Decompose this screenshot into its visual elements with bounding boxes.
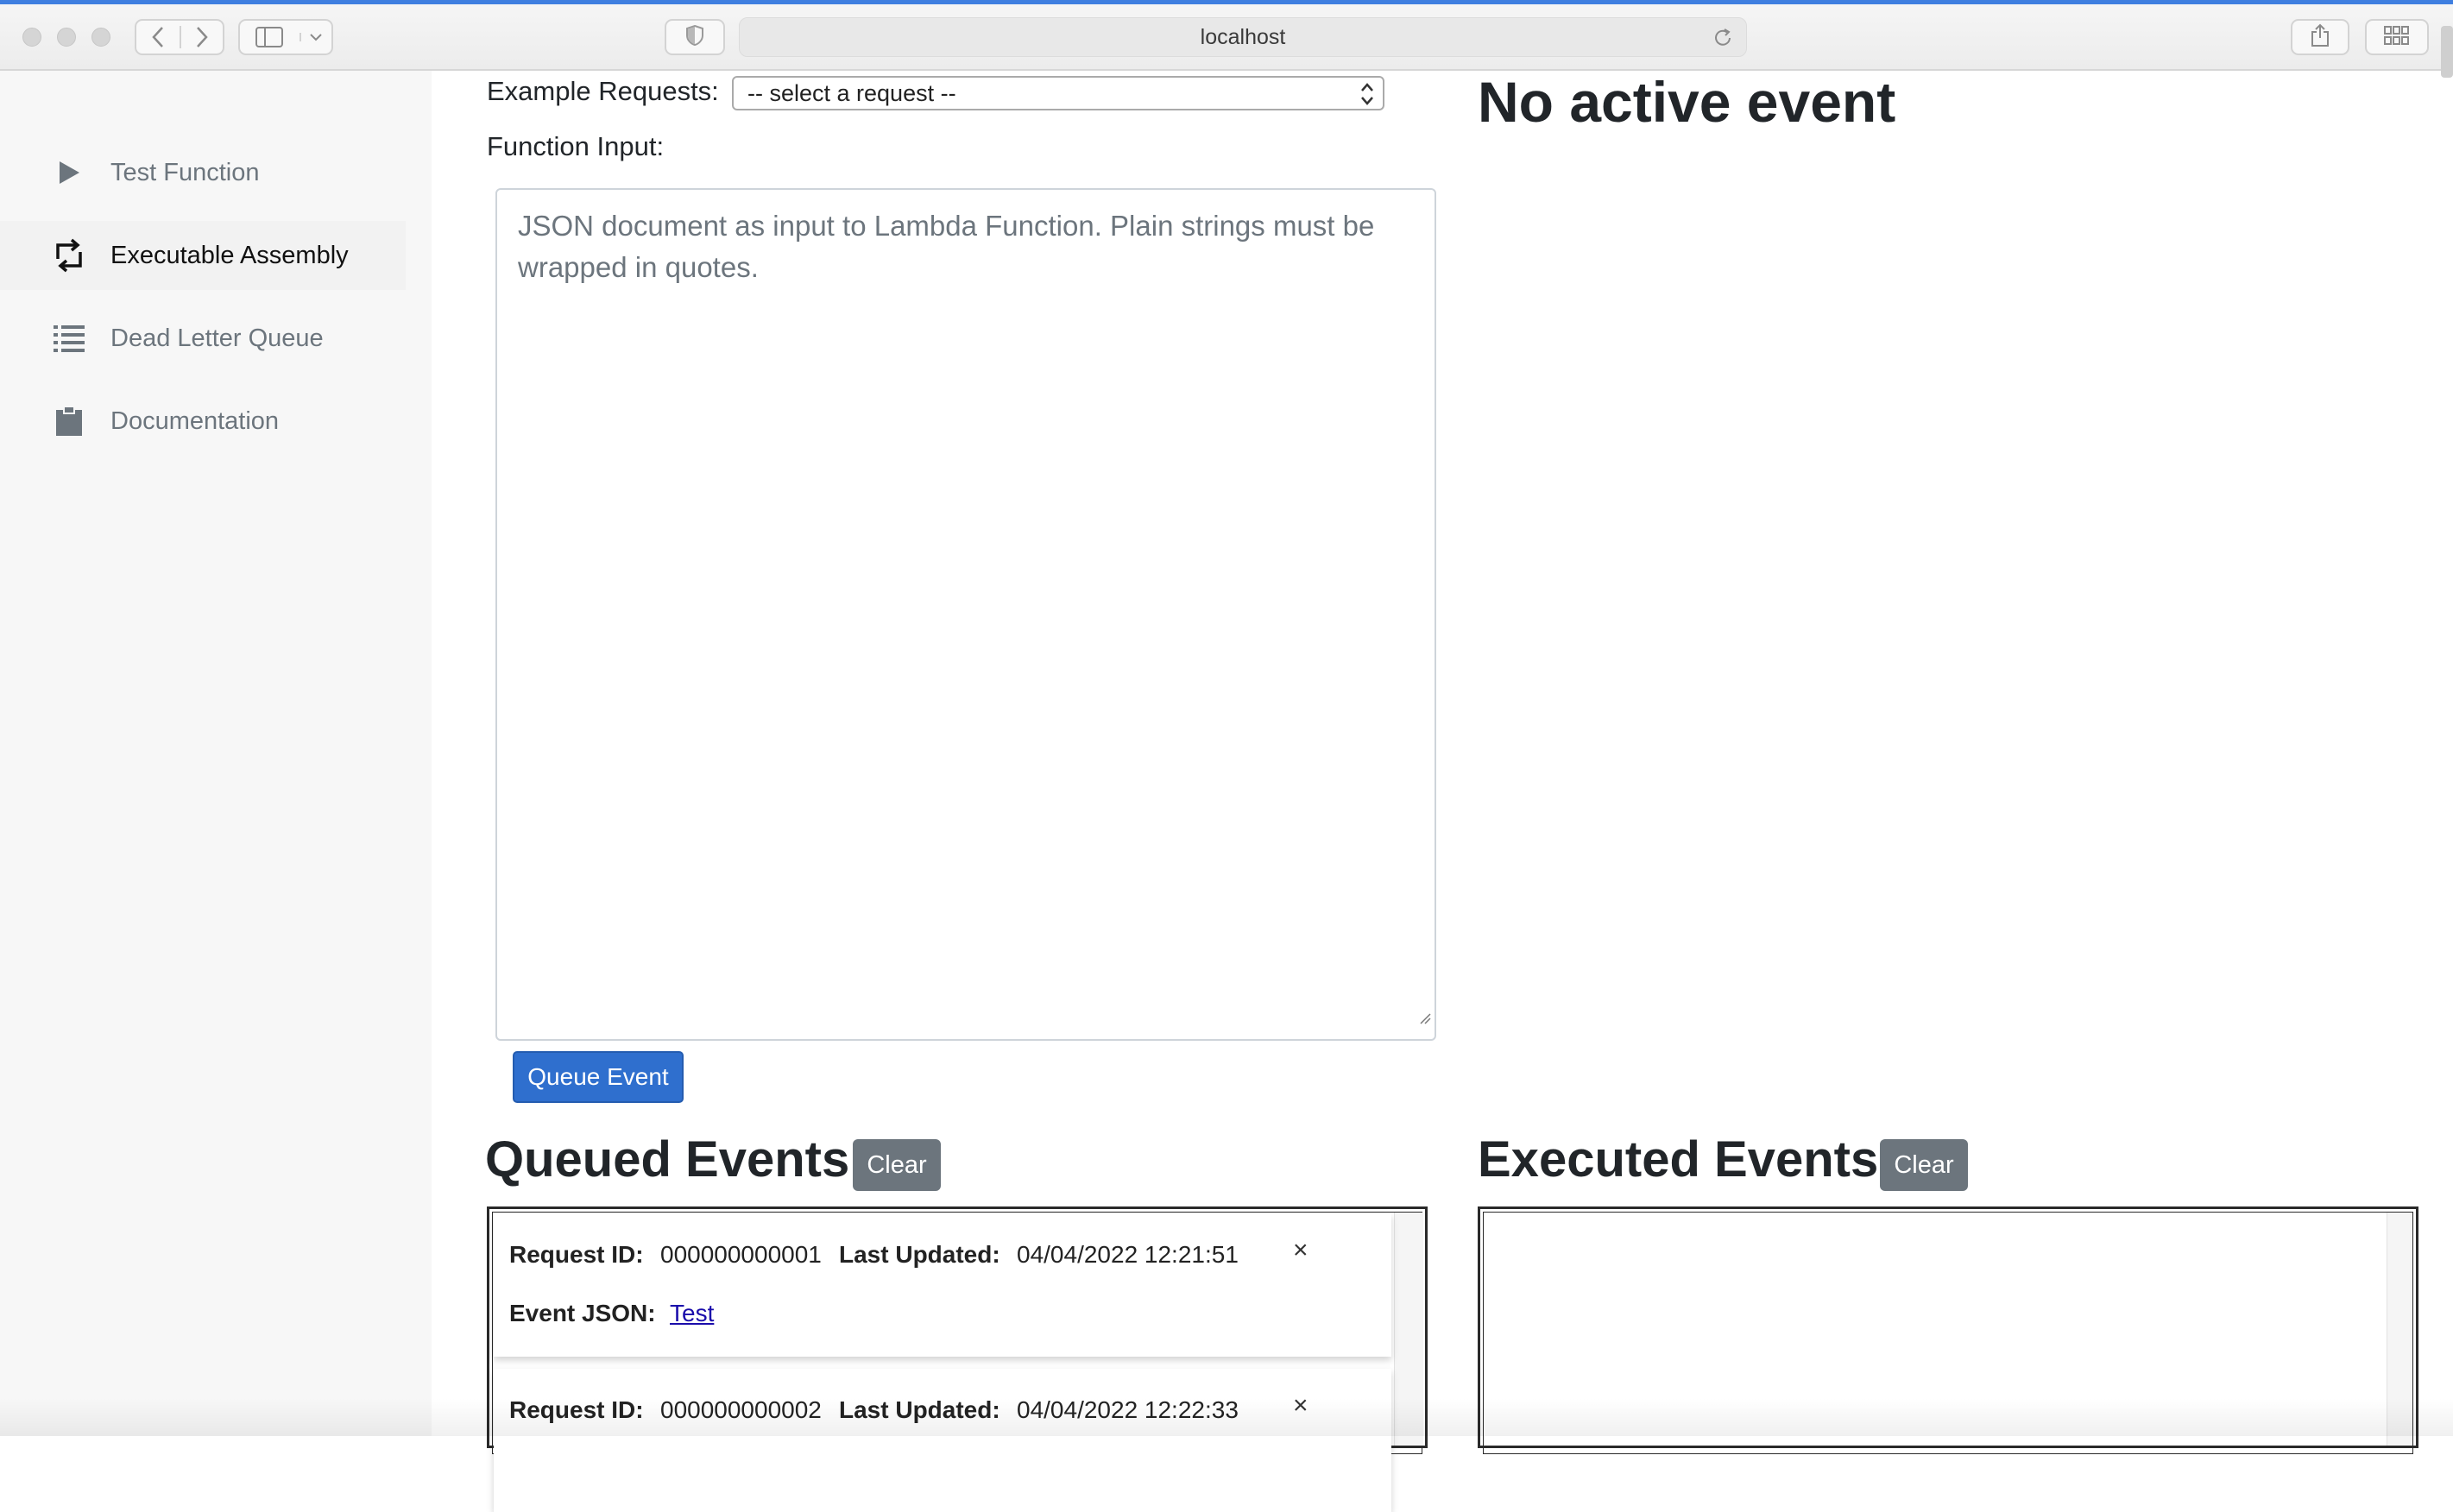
sidebar-toggle-button[interactable] [238,19,333,55]
zoom-window-button[interactable] [91,28,110,47]
queue-event-button[interactable]: Queue Event [513,1051,684,1103]
last-updated-value: 04/04/2022 12:22:33 [1017,1396,1239,1423]
back-icon[interactable] [136,26,180,48]
function-input-textarea[interactable]: JSON document as input to Lambda Functio… [495,188,1436,1041]
sidebar: Test Function Executable Assembly Dead L… [0,71,432,1436]
last-updated-label: Last Updated: [839,1396,1000,1423]
resize-grip-icon[interactable] [1419,994,1431,1036]
repeat-icon [52,238,86,273]
request-id-label: Request ID: [509,1241,644,1268]
active-event-heading: No active event [1478,70,1896,134]
event-json-link[interactable]: Test [670,1300,714,1327]
close-window-button[interactable] [22,28,41,47]
event-json-label: Event JSON: [509,1300,656,1326]
queued-events-heading: Queued Events: [485,1131,867,1188]
last-updated-label: Last Updated: [839,1241,1000,1268]
shield-icon [686,24,703,50]
clear-executed-button[interactable]: Clear [1880,1139,1968,1191]
remove-event-button[interactable]: × [1293,1391,1308,1421]
queued-event-card: Request ID: 000000000001 Last Updated: 0… [494,1213,1391,1357]
share-icon [2311,23,2330,52]
executed-events-scrollbar[interactable] [2387,1213,2412,1446]
up-down-chevron-icon [1359,80,1376,114]
sidebar-item-executable-assembly[interactable]: Executable Assembly [0,221,406,290]
sidebar-icon [240,27,300,47]
request-id-value: 000000000001 [660,1241,822,1268]
sidebar-item-label: Dead Letter Queue [110,324,324,352]
share-button[interactable] [2291,19,2349,55]
sidebar-item-dead-letter-queue[interactable]: Dead Letter Queue [0,304,406,373]
reload-icon[interactable] [1712,27,1734,55]
privacy-shield-button[interactable] [665,19,725,55]
window-accent-line [0,0,2453,4]
request-id-value: 000000000002 [660,1396,822,1423]
forward-icon[interactable] [180,26,223,48]
request-id-label: Request ID: [509,1396,644,1423]
example-requests-select[interactable]: -- select a request -- [732,76,1384,110]
play-icon [52,155,86,190]
address-bar[interactable]: localhost [739,17,1747,57]
clear-queued-button[interactable]: Clear [853,1139,941,1191]
page-scrollbar-thumb[interactable] [2441,26,2453,78]
example-requests-label: Example Requests: [487,76,719,106]
minimize-window-button[interactable] [57,28,76,47]
sidebar-item-test-function[interactable]: Test Function [0,138,406,207]
sidebar-item-documentation[interactable]: Documentation [0,387,406,456]
queued-events-scrollbar[interactable] [1394,1213,1423,1446]
last-updated-value: 04/04/2022 12:21:51 [1017,1241,1239,1268]
tab-overview-button[interactable] [2365,19,2429,55]
sidebar-item-label: Executable Assembly [110,241,349,269]
remove-event-button[interactable]: × [1293,1236,1308,1265]
queued-event-card: Request ID: 000000000002 Last Updated: 0… [494,1369,1391,1512]
executed-events-panel-inner [1483,1212,2413,1454]
chevron-down-icon[interactable] [299,33,331,41]
example-requests-selected: -- select a request -- [747,79,956,106]
list-icon [52,321,86,356]
clipboard-icon [52,404,86,438]
sidebar-item-label: Test Function [110,158,260,186]
back-forward-group [135,19,224,55]
executed-events-heading: Executed Events: [1478,1131,1895,1188]
executed-events-panel[interactable] [1478,1206,2418,1454]
browser-toolbar: localhost [0,0,2453,71]
sidebar-item-label: Documentation [110,406,280,435]
function-input-placeholder: JSON document as input to Lambda Functio… [518,210,1375,283]
url-text: localhost [1200,24,1286,49]
grid-icon [2384,25,2410,49]
function-input-label: Function Input: [487,131,665,161]
